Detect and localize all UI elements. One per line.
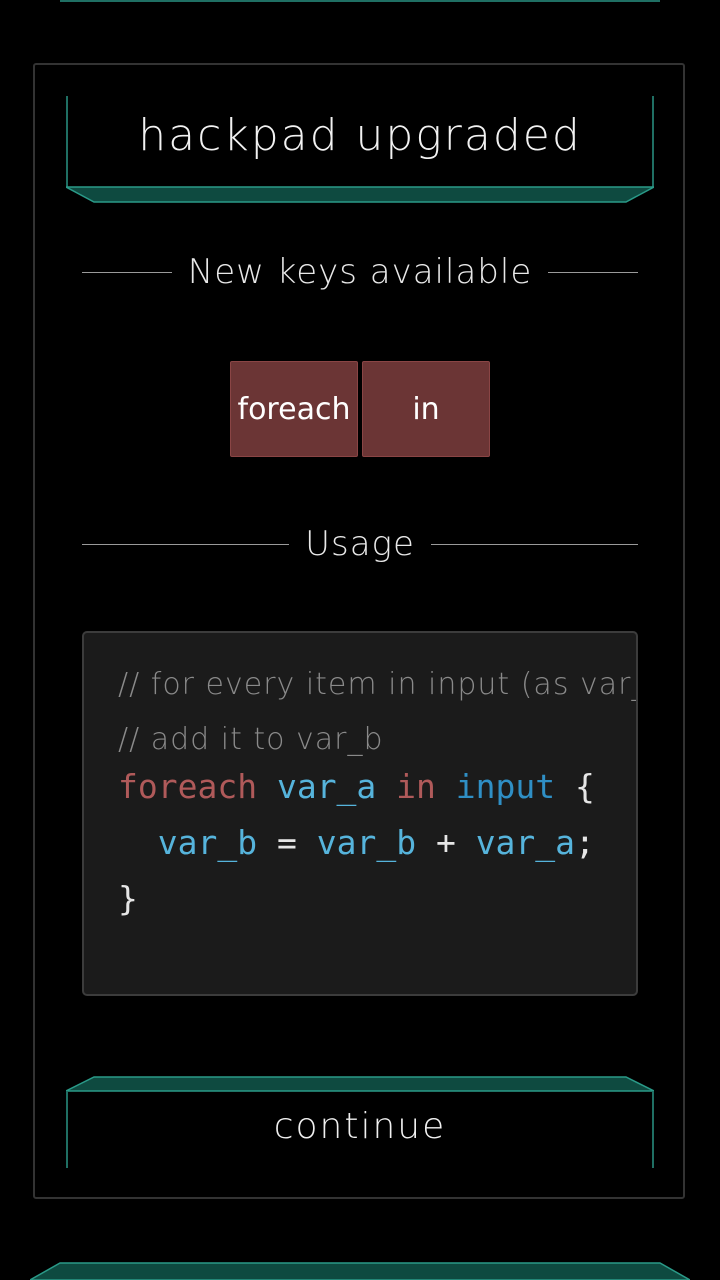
keyword-in: in — [396, 767, 436, 806]
divider-right — [548, 271, 639, 273]
bottom-panel-frame — [30, 1262, 690, 1280]
top-panel-edge — [60, 0, 660, 2]
key-in[interactable]: in — [362, 361, 490, 457]
builtin-input: input — [455, 767, 556, 806]
variable-var-b: var_b — [157, 823, 258, 862]
divider-left — [82, 271, 172, 273]
code-comment-2: // add it to var_b — [118, 722, 384, 757]
bottom-panel-edge — [30, 1262, 690, 1280]
keyword-foreach: foreach — [118, 767, 258, 806]
continue-button[interactable]: continue — [66, 1076, 654, 1168]
usage-code-block: // for every item in input (as var_a) //… — [82, 631, 638, 996]
code-line-1: foreach var_a in input { — [118, 767, 595, 806]
usage-header: Usage — [82, 524, 639, 564]
usage-label: Usage — [305, 524, 415, 564]
operator-assign: = — [276, 823, 297, 862]
new-keys-list: foreach in — [230, 361, 490, 457]
new-keys-header: New keys available — [82, 252, 639, 292]
continue-label: continue — [273, 1106, 447, 1147]
title-banner: hackpad upgraded — [66, 96, 654, 204]
variable-var-b: var_b — [316, 823, 417, 862]
code-comment-1: // for every item in input (as var_a) — [118, 667, 638, 702]
key-foreach[interactable]: foreach — [230, 361, 358, 457]
divider-right — [430, 543, 639, 545]
dialog-title: hackpad upgraded — [138, 110, 582, 161]
operator-plus: + — [435, 823, 456, 862]
open-brace: { — [575, 767, 595, 806]
variable-var-a: var_a — [475, 823, 576, 862]
code-line-3: } — [118, 879, 138, 918]
close-brace: } — [118, 879, 138, 918]
new-keys-label: New keys available — [187, 252, 533, 292]
screen: hackpad upgraded New keys available fore… — [0, 0, 720, 1280]
divider-left — [82, 543, 290, 545]
variable-var-a: var_a — [276, 767, 377, 806]
semicolon: ; — [575, 823, 595, 862]
code-line-2: var_b = var_b + var_a; — [118, 823, 595, 862]
